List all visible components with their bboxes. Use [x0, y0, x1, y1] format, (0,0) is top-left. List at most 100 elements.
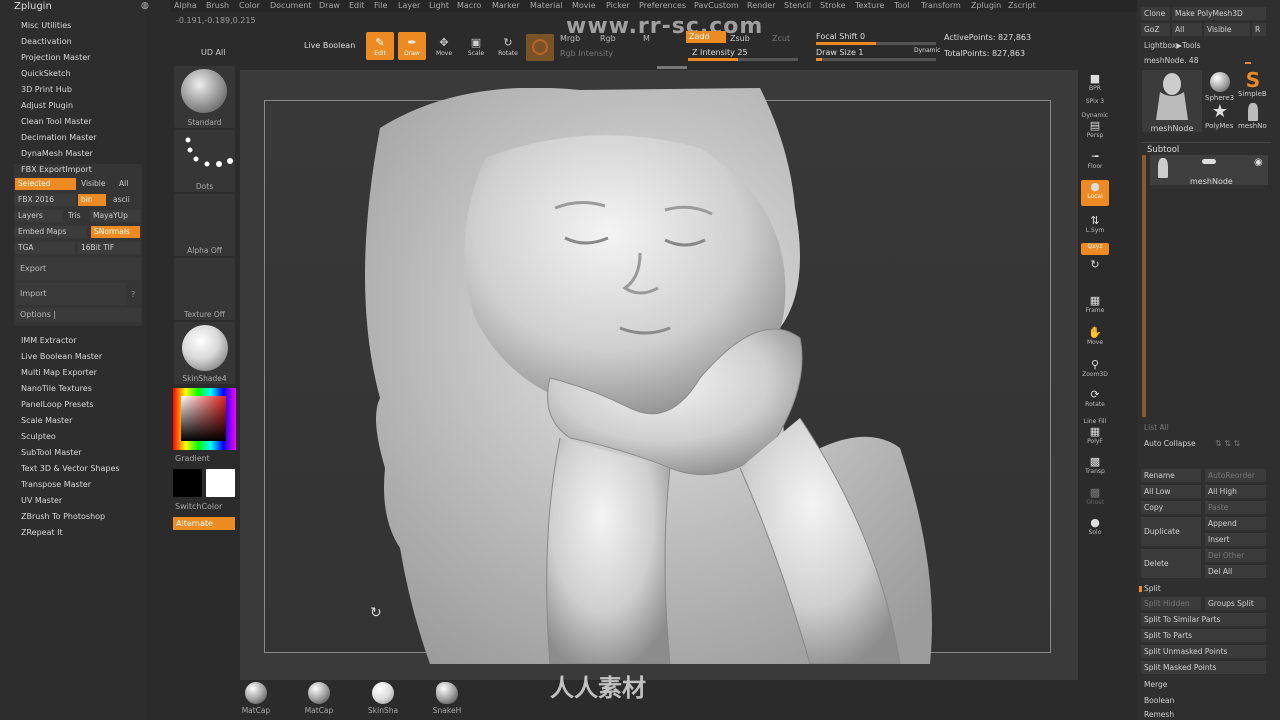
subtool-item[interactable]: ◉ meshNode — [1150, 155, 1268, 186]
append-button[interactable]: Append — [1205, 517, 1266, 530]
local-button[interactable]: ● Local — [1081, 180, 1109, 206]
boolean-section-title[interactable]: Boolean — [1141, 694, 1221, 707]
zcut-button[interactable]: Zcut — [772, 34, 790, 43]
menu-tool[interactable]: Tool — [894, 1, 910, 10]
merge-section-title[interactable]: Merge — [1141, 678, 1221, 691]
zoom3d-button[interactable]: ⚲ Zoom3D — [1081, 358, 1109, 384]
bpr-button[interactable]: ■ BPR — [1081, 72, 1109, 98]
menu-light[interactable]: Light — [429, 1, 449, 10]
make-polymesh-button[interactable]: Make PolyMesh3D — [1172, 7, 1266, 20]
color-square[interactable] — [181, 396, 226, 441]
plugin-transpose-master[interactable]: Transpose Master — [21, 480, 91, 489]
live-boolean-button[interactable]: Live Boolean — [304, 41, 355, 50]
stroke-picker[interactable]: Dots — [174, 130, 235, 192]
move-button[interactable]: ✥ Move — [430, 32, 458, 60]
rotate-button[interactable]: ↻ Rotate — [494, 32, 522, 60]
menu-brush[interactable]: Brush — [206, 1, 229, 10]
menu-zplugin[interactable]: Zplugin — [971, 1, 1001, 10]
rgb-color-button[interactable] — [526, 34, 554, 61]
material-slot-2[interactable]: MatCap — [304, 682, 334, 715]
plugin-fbx-export-import[interactable]: FBX ExportImport — [21, 165, 92, 174]
menu-color[interactable]: Color — [239, 1, 260, 10]
tool-thumb-meshnode[interactable]: meshNode — [1142, 70, 1202, 133]
sculpt-model[interactable] — [340, 88, 940, 664]
fbx-snormals-button[interactable]: SNormals — [91, 226, 140, 238]
draw-size-slider[interactable]: Draw Size 1 — [816, 48, 864, 57]
menu-layer[interactable]: Layer — [398, 1, 420, 10]
fbx-16bit-tif-button[interactable]: 16Bit TIF — [78, 242, 140, 254]
help-icon[interactable]: ? — [131, 290, 135, 299]
plugin-decimation-master[interactable]: Decimation Master — [21, 133, 97, 142]
fbx-mayayup-button[interactable]: MayaYUp — [90, 210, 140, 222]
split-masked-button[interactable]: Split Masked Points — [1141, 661, 1266, 674]
menu-stencil[interactable]: Stencil — [784, 1, 811, 10]
plugin-quicksketch[interactable]: QuickSketch — [21, 69, 71, 78]
fbx-all-button[interactable]: All — [116, 178, 140, 190]
secondary-color-swatch[interactable] — [173, 469, 202, 497]
plugin-subtool-master[interactable]: SubTool Master — [21, 448, 82, 457]
menu-macro[interactable]: Macro — [457, 1, 481, 10]
del-other-button[interactable]: Del Other — [1205, 549, 1266, 562]
menu-alpha[interactable]: Alpha — [174, 1, 197, 10]
zplugin-title[interactable]: Zplugin — [14, 1, 52, 12]
split-unmasked-button[interactable]: Split Unmasked Points — [1141, 645, 1266, 658]
material-slot-4[interactable]: SnakeH — [432, 682, 462, 715]
del-all-button[interactable]: Del All — [1205, 565, 1266, 578]
menu-zscript[interactable]: Zscript — [1008, 1, 1036, 10]
visible-button[interactable]: Visible — [1204, 23, 1250, 36]
fbx-layers-button[interactable]: Layers — [15, 210, 63, 222]
menu-file[interactable]: File — [374, 1, 387, 10]
split-similar-parts-button[interactable]: Split To Similar Parts — [1141, 613, 1266, 626]
all-low-button[interactable]: All Low — [1141, 485, 1201, 498]
scale-button[interactable]: ▣ Scale — [462, 32, 490, 60]
goz-button[interactable]: GoZ — [1141, 23, 1170, 36]
fbx-embed-maps-button[interactable]: Embed Maps — [15, 226, 87, 238]
edit-button[interactable]: ✎ Edit — [366, 32, 394, 60]
qxyz-button[interactable]: Qxyz — [1081, 243, 1109, 255]
fbx-selected-button[interactable]: Selected — [15, 178, 76, 190]
frame-button[interactable]: ▦ Frame — [1081, 294, 1109, 320]
all-high-button[interactable]: All High — [1205, 485, 1266, 498]
menu-document[interactable]: Document — [270, 1, 311, 10]
material-picker[interactable]: SkinShade4 — [174, 322, 235, 384]
fbx-options-button[interactable]: Options | — [16, 308, 141, 322]
plugin-3d-print-hub[interactable]: 3D Print Hub — [21, 85, 72, 94]
focal-shift-track[interactable] — [816, 42, 936, 45]
rgb-button[interactable]: Rgb — [600, 34, 616, 43]
split-section-title[interactable]: Split — [1141, 582, 1201, 595]
zsub-button[interactable]: Zsub — [730, 34, 750, 43]
move-view-button[interactable]: ✋ Move — [1081, 326, 1109, 352]
lsym-button[interactable]: ⇅ L.Sym — [1081, 214, 1109, 240]
ghost-button[interactable]: ▩ Ghost — [1081, 486, 1109, 512]
remesh-section-title[interactable]: Remesh — [1141, 709, 1221, 720]
mrgb-button[interactable]: Mrgb — [560, 34, 580, 43]
subtool-slider-icon[interactable] — [1202, 159, 1216, 164]
rename-button[interactable]: Rename — [1141, 469, 1201, 482]
gradient-label[interactable]: Gradient — [175, 454, 210, 463]
color-picker[interactable] — [173, 388, 236, 450]
plugin-uv-master[interactable]: UV Master — [21, 496, 62, 505]
floor-button[interactable]: ╼ Floor — [1081, 150, 1109, 176]
persp-button[interactable]: Dynamic ▤ Persp — [1081, 112, 1109, 139]
plugin-dynamesh-master[interactable]: DynaMesh Master — [21, 149, 93, 158]
switchcolor-button[interactable]: SwitchColor — [175, 502, 222, 511]
list-all-button[interactable]: List All — [1141, 421, 1201, 434]
focal-shift-slider[interactable]: Focal Shift 0 — [816, 32, 865, 41]
subtool-scrollbar[interactable] — [1142, 155, 1146, 417]
fbx-bin-button[interactable]: bin — [78, 194, 106, 206]
auto-collapse-button[interactable]: Auto Collapse — [1141, 437, 1211, 450]
autoreorder-button[interactable]: AutoReorder — [1205, 469, 1266, 482]
plugin-projection-master[interactable]: Projection Master — [21, 53, 90, 62]
menu-movie[interactable]: Movie — [572, 1, 596, 10]
subtool-title[interactable]: Subtool — [1147, 145, 1179, 155]
polyf-button[interactable]: Line Fill ▦ PolyF — [1081, 418, 1109, 445]
rotation-axis-icons[interactable]: ↻ — [1081, 258, 1109, 284]
fbx-tga-button[interactable]: TGA — [15, 242, 75, 254]
transp-button[interactable]: ▩ Transp — [1081, 455, 1109, 481]
tool-thumb-polymesh[interactable]: ★ PolyMes — [1205, 102, 1235, 132]
fbx-ascii-button[interactable]: ascii — [110, 194, 140, 206]
plugin-misc-utilities[interactable]: Misc Utilities — [21, 21, 71, 30]
plugin-imm-extractor[interactable]: IMM Extractor — [21, 336, 77, 345]
dynamic-button[interactable]: Dynamic — [914, 47, 940, 54]
arrange-arrows-icon[interactable]: ⇅ ⇅ ⇅ — [1215, 439, 1240, 448]
